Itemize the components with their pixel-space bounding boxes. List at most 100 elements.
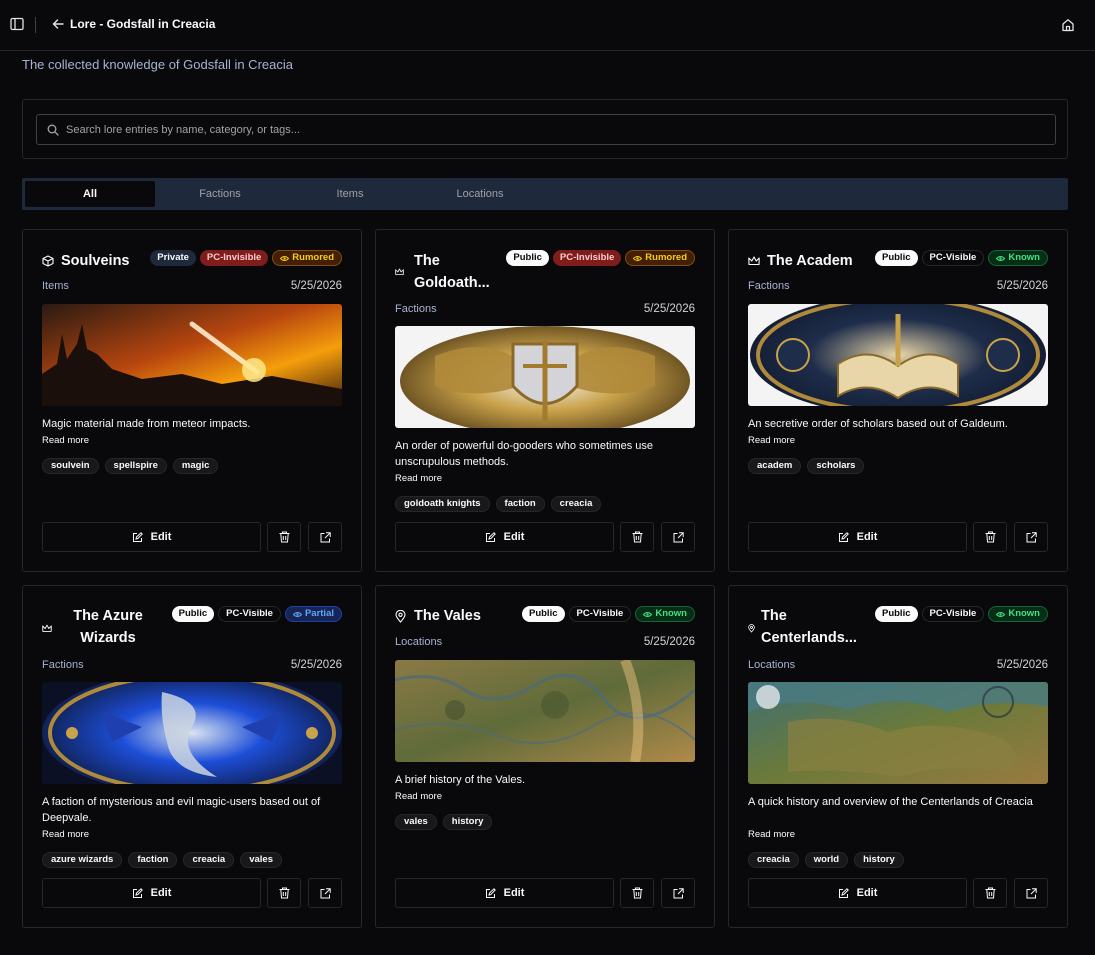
knowledge-badge-label: Rumored [645, 252, 687, 263]
knowledge-badge: Rumored [625, 250, 695, 266]
delete-button[interactable] [973, 878, 1007, 908]
tag[interactable]: creacia [550, 496, 602, 512]
card-title[interactable]: The Academ [767, 250, 863, 272]
card-image-golden-shield [395, 326, 695, 428]
open-external-button[interactable] [661, 878, 695, 908]
read-more-link[interactable]: Read more [42, 435, 89, 446]
card-date: 5/25/2026 [643, 636, 695, 648]
tag[interactable]: soulvein [42, 458, 99, 474]
tag[interactable]: azure wizards [42, 852, 123, 868]
back-arrow-icon[interactable] [52, 18, 64, 30]
tab-items[interactable]: Items [285, 181, 415, 207]
external-link-icon [673, 531, 684, 542]
read-more-link[interactable]: Read more [748, 829, 795, 840]
tag[interactable]: faction [495, 496, 545, 512]
card-title[interactable]: The Goldoath... [414, 250, 506, 294]
search-icon [47, 124, 59, 136]
pc-visibility-badge: PC-Visible [568, 606, 632, 622]
external-link-icon [673, 887, 684, 898]
open-external-button[interactable] [308, 522, 342, 552]
trash-icon [985, 887, 995, 899]
lore-card-azure-wizards: The Azure Wizards Public PC-Visible Part… [22, 585, 362, 928]
card-meta: Factions 5/25/2026 [395, 303, 695, 315]
page-subtitle: The collected knowledge of Godsfall in C… [22, 57, 293, 72]
eye-icon [643, 611, 653, 617]
edit-icon [838, 531, 849, 542]
card-title[interactable]: Soulveins [61, 250, 153, 272]
tag[interactable]: goldoath knights [395, 496, 490, 512]
delete-button[interactable] [267, 878, 301, 908]
card-description: An order of powerful do-gooders who some… [395, 440, 654, 468]
edit-button[interactable]: Edit [42, 522, 261, 552]
delete-button[interactable] [973, 522, 1007, 552]
read-more-link[interactable]: Read more [395, 473, 442, 484]
tag[interactable]: creacia [748, 852, 799, 868]
edit-button[interactable]: Edit [748, 522, 967, 552]
card-category: Factions [395, 303, 437, 315]
card-meta: Factions 5/25/2026 [748, 280, 1048, 292]
tag[interactable]: spellspire [104, 458, 167, 474]
open-external-button[interactable] [1014, 522, 1048, 552]
tag[interactable]: history [854, 852, 904, 868]
sidebar-toggle-icon[interactable] [10, 17, 24, 31]
tag[interactable]: creacia [183, 852, 235, 868]
read-more-link[interactable]: Read more [42, 829, 89, 840]
trash-icon [279, 531, 289, 543]
eye-icon [280, 255, 290, 261]
card-category: Factions [42, 659, 84, 671]
edit-button[interactable]: Edit [42, 878, 261, 908]
search-box[interactable] [36, 114, 1056, 145]
edit-button-label: Edit [150, 887, 172, 899]
edit-icon [132, 887, 143, 898]
box-icon [42, 255, 54, 267]
lore-card-vales: The Vales Public PC-Visible Known Locati… [375, 585, 715, 928]
tab-factions[interactable]: Factions [155, 181, 285, 207]
card-title[interactable]: The Vales [414, 605, 510, 627]
tag[interactable]: vales [240, 852, 282, 868]
delete-button[interactable] [267, 522, 301, 552]
tab-all[interactable]: All [25, 181, 155, 207]
home-icon[interactable] [1061, 18, 1075, 32]
visibility-badge: Public [506, 250, 549, 266]
read-more-link[interactable]: Read more [395, 791, 442, 802]
knowledge-badge: Known [988, 606, 1048, 622]
search-input[interactable] [66, 115, 1046, 144]
card-title[interactable]: The Centerlands... [761, 605, 861, 651]
page-title: Lore - Godsfall in Creacia [70, 17, 216, 31]
tag[interactable]: scholars [807, 458, 865, 474]
visibility-badge: Public [874, 250, 918, 266]
crown-icon [748, 256, 760, 266]
badge-group: Public PC-Visible Known [521, 606, 695, 622]
tag[interactable]: academ [748, 458, 802, 474]
edit-button[interactable]: Edit [748, 878, 967, 908]
delete-button[interactable] [620, 878, 654, 908]
open-external-button[interactable] [308, 878, 342, 908]
edit-button[interactable]: Edit [395, 522, 614, 552]
tag[interactable]: world [804, 852, 849, 868]
external-link-icon [320, 887, 331, 898]
card-actions: Edit [395, 522, 695, 552]
delete-button[interactable] [620, 522, 654, 552]
card-title[interactable]: The Azure Wizards [58, 605, 158, 651]
pc-visibility-badge: PC-Visible [921, 250, 985, 266]
knowledge-badge-label: Known [1008, 608, 1040, 619]
tag[interactable]: faction [128, 852, 178, 868]
card-description: A quick history and overview of the Cent… [748, 796, 1033, 808]
edit-button[interactable]: Edit [395, 878, 614, 908]
card-category: Items [42, 280, 69, 292]
read-more-link[interactable]: Read more [748, 435, 795, 446]
tab-locations[interactable]: Locations [415, 181, 545, 207]
external-link-icon [1026, 887, 1037, 898]
badge-group: Public PC-Visible Partial [171, 606, 342, 622]
card-image-blue-dragon [42, 682, 342, 784]
pc-visibility-badge: PC-Invisible [199, 250, 269, 266]
tag[interactable]: vales [395, 814, 437, 830]
trash-icon [279, 887, 289, 899]
tag[interactable]: magic [172, 458, 219, 474]
open-external-button[interactable] [1014, 878, 1048, 908]
card-category: Locations [395, 636, 443, 648]
tag[interactable]: history [442, 814, 493, 830]
open-external-button[interactable] [661, 522, 695, 552]
card-actions: Edit [42, 522, 342, 552]
card-description: An secretive order of scholars based out… [748, 418, 1008, 430]
